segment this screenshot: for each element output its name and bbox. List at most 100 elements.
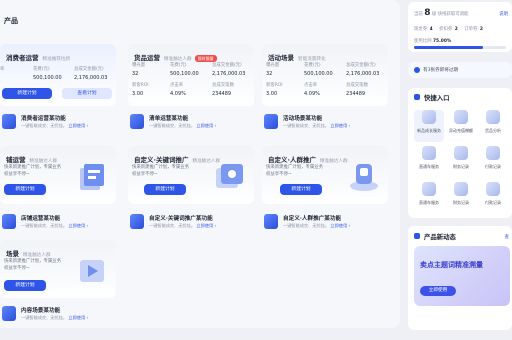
quick-item[interactable]: 付款记录 (478, 146, 508, 178)
use-now-link[interactable]: 立即使用 › (330, 123, 350, 128)
news-banner[interactable]: 卖点主题词精准溯量 立即使用 (414, 246, 510, 306)
quick-entry-panel: 快捷入口 新品成长服务 异动充值赠额 货品分析 直通车服务 财务记录 付款记录 … (408, 88, 512, 218)
card-desc-line: 快来新建推广计划，专属业务 (4, 259, 62, 264)
stat-label: 点击率 (304, 83, 318, 88)
card-desc-line: 权益享不停~ (132, 172, 158, 177)
stat: 总成交笔数 234489 (346, 82, 368, 97)
stat-value: 500,100.00 (33, 75, 62, 81)
stat-value: 4.09% (170, 91, 186, 97)
quick-item[interactable]: 付款记录 (478, 182, 508, 214)
use-now-link[interactable]: 立即使用 › (68, 123, 88, 128)
stat-label: 总成交笔数 (346, 83, 368, 88)
banner-use-button[interactable]: 立即使用 (420, 286, 456, 296)
feature-shop[interactable]: 店铺运营某功能 一键智能成交、无忧挂。 立即使用 › (0, 210, 126, 244)
new-plan-button[interactable]: 新建计划 (4, 280, 46, 291)
new-plan-button[interactable]: 新建计划 (2, 88, 52, 99)
feature-title: 自定义·人群推广某功能 (283, 216, 342, 222)
new-plan-button[interactable]: 新建计划 (4, 184, 46, 195)
content-card[interactable]: 场景 精准触达人群 快来新建推广计划，专属业务 权益享不停~ 新建计划 (0, 240, 116, 298)
quick-item-icon (454, 110, 468, 124)
feature-desc: 一键智能成交、无忧挂。 立即使用 › (21, 223, 88, 229)
feature-activity[interactable]: 活动场景某功能 一键智能成交、无忧挂。 立即使用 › (262, 110, 388, 144)
stat: 总成交金额(元) 2,176,000.03 (346, 62, 379, 77)
use-now-link[interactable]: 立即使用 › (68, 315, 88, 320)
stat-label: 订单券: (464, 27, 479, 32)
quick-item-label: 新品成长服务 (417, 128, 441, 133)
feature-desc-text: 一键智能成交、无忧挂。 (149, 223, 196, 228)
use-now-link[interactable]: 立即使用 › (330, 223, 350, 228)
feature-desc: 一键智能成交、无忧挂。 立即使用 › (21, 123, 88, 129)
quick-item[interactable]: 财务记录 (446, 146, 476, 178)
quick-item-label: 付款记录 (485, 200, 501, 205)
quick-item[interactable]: 异动充值赠额 (446, 110, 476, 142)
stat-value: 234489 (212, 91, 232, 97)
quick-item[interactable]: 直通车服务 (414, 146, 444, 178)
notice-bar[interactable]: 有3张券即将过期 (408, 62, 512, 78)
level-prefix: 当前 (414, 12, 423, 17)
stat-label: 花费(元) (304, 63, 321, 68)
level-help-link[interactable]: 说明 (499, 11, 508, 17)
card-title-text: 场景 (6, 250, 19, 258)
quick-item-label: 直通车服务 (419, 200, 439, 205)
feature-desc: 一键智能成交、无忧挂。 立即使用 › (21, 315, 88, 321)
usage-label: 使用比例 (414, 39, 432, 44)
stat: 曝光量 32 (266, 62, 279, 77)
card-title-text: 货品运营 (134, 54, 160, 62)
quick-item[interactable]: 财务记录 (446, 182, 476, 214)
news-more-link[interactable]: 查 (505, 234, 509, 240)
card-title-text: 消费者运营 (6, 54, 39, 62)
stat-gmv: 总成交金额(元) 2,176,000.03 (74, 66, 107, 81)
hot-badge: 限时限量 (194, 55, 217, 62)
card-title-text: 铺运营 (6, 156, 26, 164)
keyword-illustration-icon (216, 164, 243, 188)
stat-label: 现金券: (414, 27, 429, 32)
feature-consumer[interactable]: 消费者运营某功能 一键智能成交、无忧挂。 立即使用 › (0, 110, 126, 144)
shop-card[interactable]: 铺运营 精准触达人群 快来新建推广计划，专属业务 权益享不停~ 新建计划 (0, 146, 116, 204)
feature-goods[interactable]: 清单运营某功能 一键智能成交、无忧挂。 立即使用 › (128, 110, 254, 144)
custom-keyword-card[interactable]: 自定义·关键词推广 精准触达人群 快来新建推广计划，专属业务 权益享不停~ 新建计划 (128, 146, 254, 204)
stat-label: 总成交金额(元) (74, 67, 104, 72)
quick-item-label: 货品分析 (485, 128, 501, 133)
consumer-card[interactable]: 消费者运营 精准推荐拉新 率 花费(元) 500,100.00 总成交金额(元) 2,… (0, 44, 116, 106)
card-title-text: 自定义·关键词推广 (134, 156, 189, 164)
quick-item[interactable]: 直通车服务 (414, 182, 444, 214)
news-title: 产品新动态 (424, 233, 456, 241)
quick-item-icon (454, 146, 468, 160)
quick-item-label: 财务记录 (453, 200, 469, 205)
quick-item[interactable]: 新品成长服务 (414, 110, 444, 142)
stat-value: 2 (454, 27, 458, 32)
card-title-text: 自定义·人群推广 (268, 156, 316, 164)
feature-custom-keyword[interactable]: 自定义·关键词推广某功能 一键智能成交、无忧挂。 立即使用 › (128, 210, 254, 244)
quick-item[interactable]: 货品分析 (478, 110, 508, 142)
activity-card[interactable]: 活动场景 智能流量转化 曝光量 32 花费(元) 500,100.00 总成交金额(元… (262, 44, 388, 106)
stat-spend: 花费(元) 500,100.00 (33, 66, 62, 81)
feature-icon (264, 114, 278, 129)
quick-item-icon (454, 182, 468, 196)
feature-desc: 一键智能成交、无忧挂。 立即使用 › (149, 223, 216, 229)
custom-crowd-card[interactable]: 自定义·人群推广 精准触达人群 快来新建推广计划，专属业务 权益享不停~ 新建计划 (262, 146, 388, 204)
goods-card[interactable]: 货品运营 精准触达人群 限时限量 曝光量 32 花费(元) 500,100.00 总成交… (128, 44, 254, 106)
use-now-link[interactable]: 立即使用 › (196, 123, 216, 128)
feature-title: 活动场景某功能 (283, 116, 323, 122)
stat-value: 32 (266, 71, 273, 77)
use-now-link[interactable]: 立即使用 › (68, 223, 88, 228)
stat: 曝光量 32 (132, 62, 145, 77)
feature-desc-text: 一键智能成交、无忧挂。 (21, 123, 68, 128)
stat: 总成交金额(元) 2,176,000.03 (212, 62, 245, 77)
feature-icon (264, 214, 278, 229)
card-desc: 快来新建推广计划，专属业务 权益享不停~ (266, 164, 323, 178)
feature-content[interactable]: 内容场景某功能 一键智能成交、无忧挂。 立即使用 › (0, 302, 126, 336)
usage-progress-track (414, 46, 506, 49)
card-desc-line: 权益享不停~ (266, 172, 292, 177)
use-now-link[interactable]: 立即使用 › (196, 223, 216, 228)
stat-value: 2 (479, 27, 483, 32)
card-title: 场景 精准触达人群 (6, 248, 51, 258)
feature-custom-crowd[interactable]: 自定义·人群推广某功能 一键智能成交、无忧挂。 立即使用 › (262, 210, 388, 244)
stat-value: 32 (132, 71, 139, 77)
new-plan-button[interactable]: 新建计划 (280, 184, 322, 195)
view-plan-button[interactable]: 查看计划 (62, 88, 112, 99)
card-tag: 精准推荐拉新 (42, 57, 71, 62)
feature-icon (130, 214, 144, 229)
new-plan-button[interactable]: 新建计划 (144, 184, 186, 195)
content-illustration-icon (80, 260, 104, 282)
